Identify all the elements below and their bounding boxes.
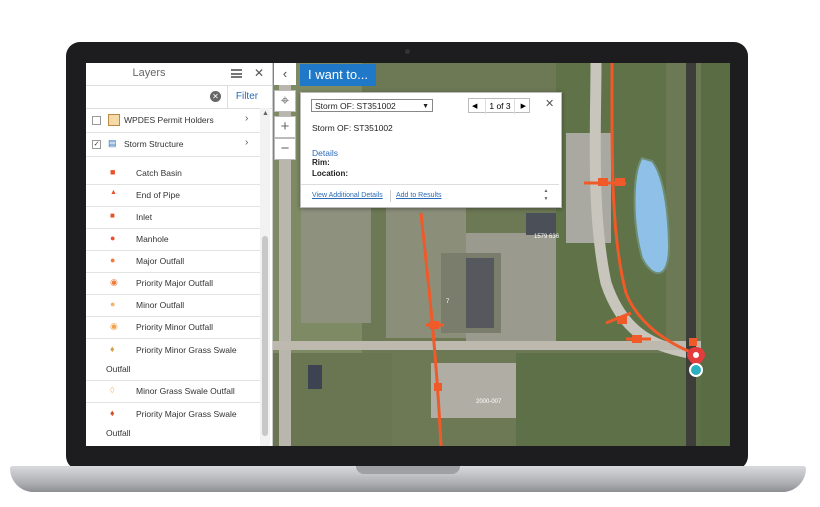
chevron-right-icon[interactable]: ›: [245, 137, 248, 148]
popup-title: Storm OF: ST351002: [312, 123, 393, 133]
feature-select[interactable]: Storm OF: ST351002 ▼: [311, 99, 433, 112]
legend-label: Priority Major Grass Swale: [136, 409, 237, 419]
close-icon[interactable]: ✕: [545, 97, 554, 110]
minor-grass-swale-icon: ◊: [110, 385, 115, 395]
legend-label: End of Pipe: [136, 190, 180, 200]
legend-label: Catch Basin: [136, 168, 182, 178]
legend-label: Priority Minor Outfall: [136, 322, 213, 332]
layers-search-bar: ✕ Filter: [86, 86, 272, 109]
layer-checkbox[interactable]: ✓: [92, 140, 101, 149]
layer-label: Storm Structure: [124, 139, 184, 149]
pager-count: 1 of 3: [485, 99, 515, 114]
layer-row-wpdes[interactable]: WPDES Permit Holders ›: [86, 108, 260, 133]
legend-label: Priority Minor Grass Swale: [136, 345, 237, 355]
legend-label: Inlet: [136, 212, 153, 222]
layers-title: Layers: [132, 67, 166, 79]
priority-minor-outfall-icon: ◉: [110, 321, 118, 331]
svg-text:2000-007: 2000-007: [476, 399, 502, 405]
legend-item: ● Manhole: [86, 228, 260, 251]
priority-minor-grass-swale-icon: ♦: [110, 344, 115, 354]
popup-scroll-arrows[interactable]: ▲ ▼: [542, 187, 550, 204]
legend-item: ♦ Priority Minor Grass Swale Outfall: [86, 338, 260, 381]
layers-panel: Layers ✕ ✕ Filter WPDES Permit Holders ›…: [86, 63, 273, 446]
legend-item: ● Major Outfall: [86, 250, 260, 273]
add-to-results-link[interactable]: Add to Results: [396, 192, 442, 199]
minor-outfall-icon: ●: [110, 299, 116, 309]
view-additional-details-link[interactable]: View Additional Details: [312, 192, 383, 199]
legend-item: ◉ Priority Major Outfall: [86, 272, 260, 295]
next-icon[interactable]: ▶: [521, 99, 526, 114]
scrollbar-thumb[interactable]: [262, 236, 268, 436]
filter-button[interactable]: Filter: [227, 86, 266, 108]
legend-item: ◉ Priority Minor Outfall: [86, 316, 260, 339]
legend-label: Manhole: [136, 234, 169, 244]
legend-item: ■ Catch Basin: [86, 162, 260, 185]
major-outfall-icon: ●: [110, 255, 116, 265]
i-want-to-button[interactable]: I want to...: [300, 64, 376, 86]
selected-location-pin-icon[interactable]: [685, 347, 707, 377]
chevron-left-icon[interactable]: ‹: [274, 63, 296, 85]
legend-label-continued: Outfall: [106, 364, 131, 374]
svg-text:1579 636: 1579 636: [534, 234, 560, 240]
location-field: Location:: [312, 169, 348, 178]
app-screen: 7 1579 636 2000-007 Layers ✕ ✕ Filter WP…: [86, 63, 730, 446]
close-icon[interactable]: ✕: [254, 66, 264, 80]
scroll-up-icon[interactable]: ▲: [262, 110, 269, 117]
popup-footer: View Additional Details Add to Results ▲…: [301, 184, 559, 207]
layer-label: WPDES Permit Holders: [124, 115, 214, 125]
legend-label: Priority Major Outfall: [136, 278, 213, 288]
catch-basin-icon: ■: [110, 167, 116, 177]
inlet-icon: ■: [110, 211, 115, 220]
layers-search-input[interactable]: [88, 88, 228, 106]
zoom-in-button[interactable]: +: [274, 116, 296, 138]
clear-icon[interactable]: ✕: [210, 91, 221, 102]
legend-label-continued: Outfall: [106, 428, 131, 438]
list-icon[interactable]: [231, 69, 242, 78]
legend-item: ■ Inlet: [86, 206, 260, 229]
permit-holder-icon: [108, 114, 120, 126]
divider: [390, 190, 391, 202]
legend-label: Minor Outfall: [136, 300, 185, 310]
layers-scrollbar[interactable]: ▲: [260, 108, 270, 446]
laptop-notch: [356, 466, 460, 474]
legend-label: Major Outfall: [136, 256, 185, 266]
rim-field: Rim:: [312, 158, 330, 167]
layer-checkbox[interactable]: [92, 116, 101, 125]
layers-header: Layers ✕: [86, 63, 272, 86]
legend-item: ● Minor Outfall: [86, 294, 260, 317]
legend-item: ▲ End of Pipe: [86, 184, 260, 207]
storm-structure-icon: ▤: [108, 138, 117, 148]
legend-label: Minor Grass Swale Outfall: [136, 386, 235, 396]
zoom-out-button[interactable]: −: [274, 138, 296, 160]
crosshair-icon[interactable]: ⌖: [274, 90, 296, 112]
feature-popup: Storm OF: ST351002 ▼ ◀ 1 of 3 ▶ ✕ Storm …: [300, 92, 562, 208]
feature-pager: ◀ 1 of 3 ▶: [468, 98, 530, 114]
legend-item: ◊ Minor Grass Swale Outfall: [86, 380, 260, 403]
feature-select-value: Storm OF: ST351002: [315, 101, 396, 111]
laptop-camera: [405, 49, 410, 54]
manhole-icon: ●: [110, 233, 116, 243]
legend-item: ♦ Priority Major Grass Swale Outfall: [86, 402, 260, 444]
details-link[interactable]: Details: [312, 148, 338, 158]
previous-icon[interactable]: ◀: [472, 99, 477, 114]
layer-row-storm-structure[interactable]: ✓ ▤ Storm Structure ›: [86, 132, 260, 157]
dropdown-caret-icon: ▼: [422, 103, 429, 110]
chevron-right-icon[interactable]: ›: [245, 113, 248, 124]
priority-major-grass-swale-icon: ♦: [110, 408, 115, 418]
end-of-pipe-icon: ▲: [110, 189, 117, 196]
priority-major-outfall-icon: ◉: [110, 277, 118, 287]
